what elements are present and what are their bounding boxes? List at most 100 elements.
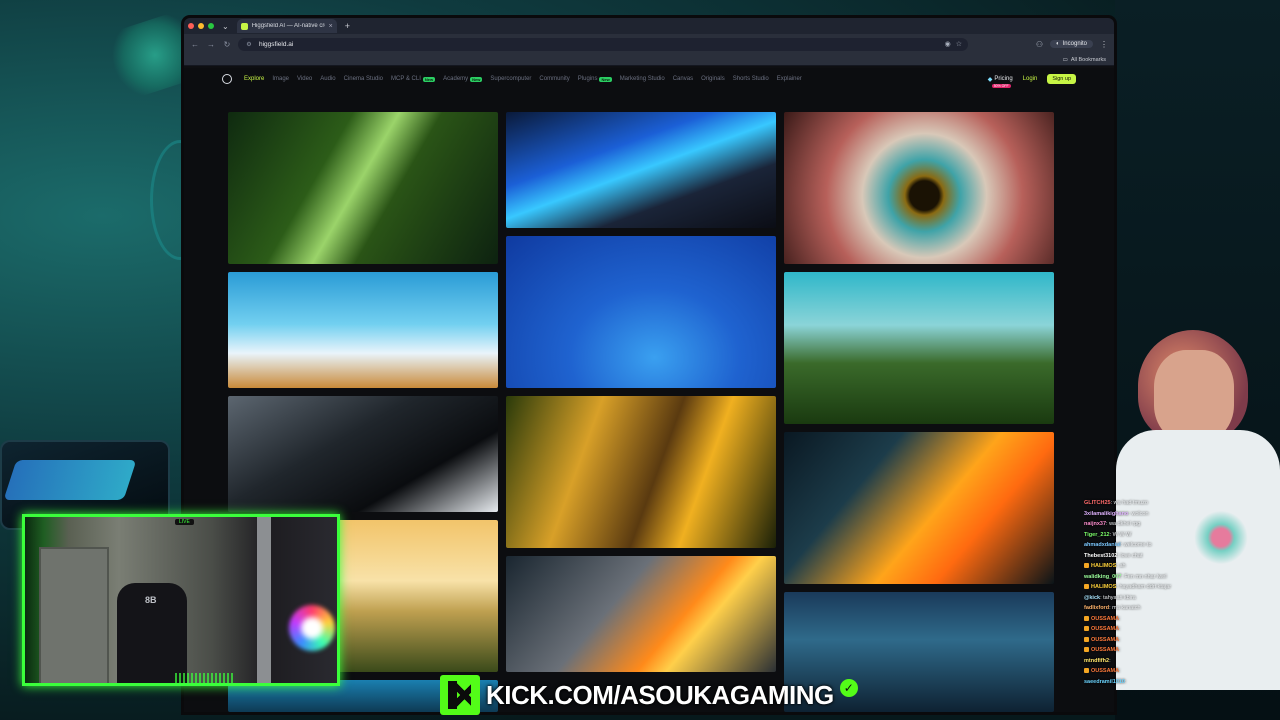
chat-message: fadlixford: ma kanatch [1084,603,1280,614]
nav-item-originals[interactable]: Originals [701,76,725,82]
all-bookmarks-link[interactable]: All Bookmarks [1071,57,1106,63]
browser-menu-icon[interactable]: ⋮ [1100,40,1108,49]
chat-username[interactable]: walidking_007 [1084,574,1121,580]
signup-button[interactable]: Sign up [1047,74,1076,84]
chat-message: OUSSAMA: [1084,614,1280,625]
bookmark-star-icon[interactable]: ☆ [956,40,962,48]
pricing-link[interactable]: ◆ Pricing 50% OFF [988,76,1013,88]
chat-username[interactable]: OUSSAMA [1091,626,1119,632]
glowing-wires-tile[interactable] [784,432,1054,584]
nav-item-image[interactable]: Image [272,76,289,82]
chat-username[interactable]: OUSSAMA [1091,637,1119,643]
chat-username[interactable]: Tiger_212 [1084,532,1110,538]
tab-list-icon[interactable]: ⌄ [222,22,229,31]
bookmarks-bar: ▭ All Bookmarks [184,54,1114,66]
tab-title: Higgsfield AI — AI-native cre [251,23,325,29]
chat-message: Tiger_212: W W W [1084,530,1280,541]
nav-item-marketing-studio[interactable]: Marketing Studio [620,76,665,82]
new-tab-icon[interactable]: + [345,21,350,31]
chat-username[interactable]: GLITCH25 [1084,500,1111,506]
chat-message: @kick: tahyaati kbira [1084,593,1280,604]
nav-item-supercomputer[interactable]: Supercomputer [490,76,531,82]
chat-separator: : [1119,668,1121,674]
chat-text: W W W [1112,531,1132,538]
monkeys-tile[interactable] [506,396,776,548]
close-tab-icon[interactable]: × [329,23,333,30]
chat-username[interactable]: ahmadxdanial [1084,542,1121,548]
minimize-window-button[interactable] [198,23,204,29]
nav-item-shorts-studio[interactable]: Shorts Studio [733,76,769,82]
incognito-icon: ◐ [1056,41,1060,47]
address-bar[interactable]: ⚙ higgsfield.ai ◉ ☆ [238,37,968,51]
nav-item-cinema-studio[interactable]: Cinema Studio [344,76,383,82]
nav-item-mcp-cli[interactable]: MCP & CLI New [391,76,436,82]
chat-username[interactable]: HALIMOS [1091,563,1116,569]
webcam-overlay: 8B LIVE [22,514,340,686]
nav-item-academy[interactable]: Academy New [443,76,483,82]
chat-separator: : [1119,647,1121,653]
higgsfield-logo-icon[interactable] [222,74,232,84]
pricing-label: Pricing [994,76,1013,82]
nav-item-label: Plugins [577,76,598,82]
chat-username[interactable]: HALIMOS [1091,584,1116,590]
chat-message: ahmadxdanial: welcome to [1084,540,1280,551]
nav-item-video[interactable]: Video [297,76,312,82]
login-link[interactable]: Login [1023,76,1038,82]
nav-item-label: Shorts Studio [732,76,769,82]
nav-item-community[interactable]: Community [539,76,569,82]
nav-item-label: Cinema Studio [343,76,383,82]
chat-username[interactable]: naijnx37 [1084,521,1106,527]
webcam-door [39,547,109,683]
chat-username[interactable]: @kick [1084,595,1100,601]
mushroom-meadow-tile[interactable] [784,272,1054,424]
fire-face-tile[interactable] [506,556,776,672]
chat-text: Fen mn nhar lwel [1124,573,1167,580]
site-info-icon[interactable]: ⚙ [244,41,254,48]
chat-username[interactable]: mtndfifh2 [1084,658,1109,664]
audio-equalizer [175,673,235,683]
close-window-button[interactable] [188,23,194,29]
neon-creature-tile[interactable] [506,112,776,228]
chat-message: 3xilamalikighano: wolcon [1084,509,1280,520]
chair-logo: 8B [145,595,157,605]
chat-text: love chat [1120,552,1143,559]
reload-icon[interactable]: ↻ [222,40,232,49]
dark-rider-tile[interactable] [228,396,498,512]
extensions-icon[interactable]: ⚇ [1036,40,1043,49]
chat-username[interactable]: OUSSAMA [1091,647,1119,653]
nav-item-label: Marketing Studio [619,76,665,82]
balloons-sky-tile[interactable] [228,272,498,388]
chat-username[interactable]: OUSSAMA [1091,668,1119,674]
maximize-window-button[interactable] [208,23,214,29]
eye-closeup-tile[interactable] [784,112,1054,264]
forward-icon[interactable]: → [206,40,216,49]
kick-channel-url: KICK.COM/ASOUKAGAMING [486,679,834,710]
gaming-chair: 8B [117,583,187,683]
chat-message: HALIMOS: hayadham ddrt ktajar [1084,582,1280,593]
nav-item-explainer[interactable]: Explainer [777,76,802,82]
nav-item-audio[interactable]: Audio [320,76,335,82]
chat-separator: : [1119,615,1121,622]
chat-message: saeedramil1010: [1084,677,1280,688]
chat-text: hayadham ddrt ktajar [1119,584,1172,590]
nav-item-explore[interactable]: Explore [244,76,264,82]
jungle-light-tile[interactable] [228,112,498,264]
chat-message: Thebest3102: love chat [1084,551,1280,562]
back-icon[interactable]: ← [190,40,200,49]
nav-item-plugins[interactable]: Plugins New [578,76,612,82]
browser-toolbar: ← → ↻ ⚙ higgsfield.ai ◉ ☆ ⚇ ◐ Incognito … [184,34,1114,54]
chat-username[interactable]: fadlixford [1084,605,1109,611]
chat-username[interactable]: 3xilamalikighano [1084,511,1128,517]
chat-username[interactable]: Thebest3102 [1084,553,1117,559]
chat-username[interactable]: saeedramil1010 [1084,679,1125,685]
chat-message: HALIMOS: ah [1084,561,1280,572]
incognito-indicator[interactable]: ◐ Incognito [1050,40,1093,48]
eye-off-icon[interactable]: ◉ [945,40,951,48]
badge-icon [1084,636,1089,642]
badge-icon [1084,647,1089,653]
chat-username[interactable]: OUSSAMA [1091,616,1119,622]
nav-item-label: Image [272,76,290,82]
browser-tab[interactable]: Higgsfield AI — AI-native cre × [236,19,337,33]
nav-item-canvas[interactable]: Canvas [673,76,693,82]
underwater-blue-tile[interactable] [506,236,776,388]
